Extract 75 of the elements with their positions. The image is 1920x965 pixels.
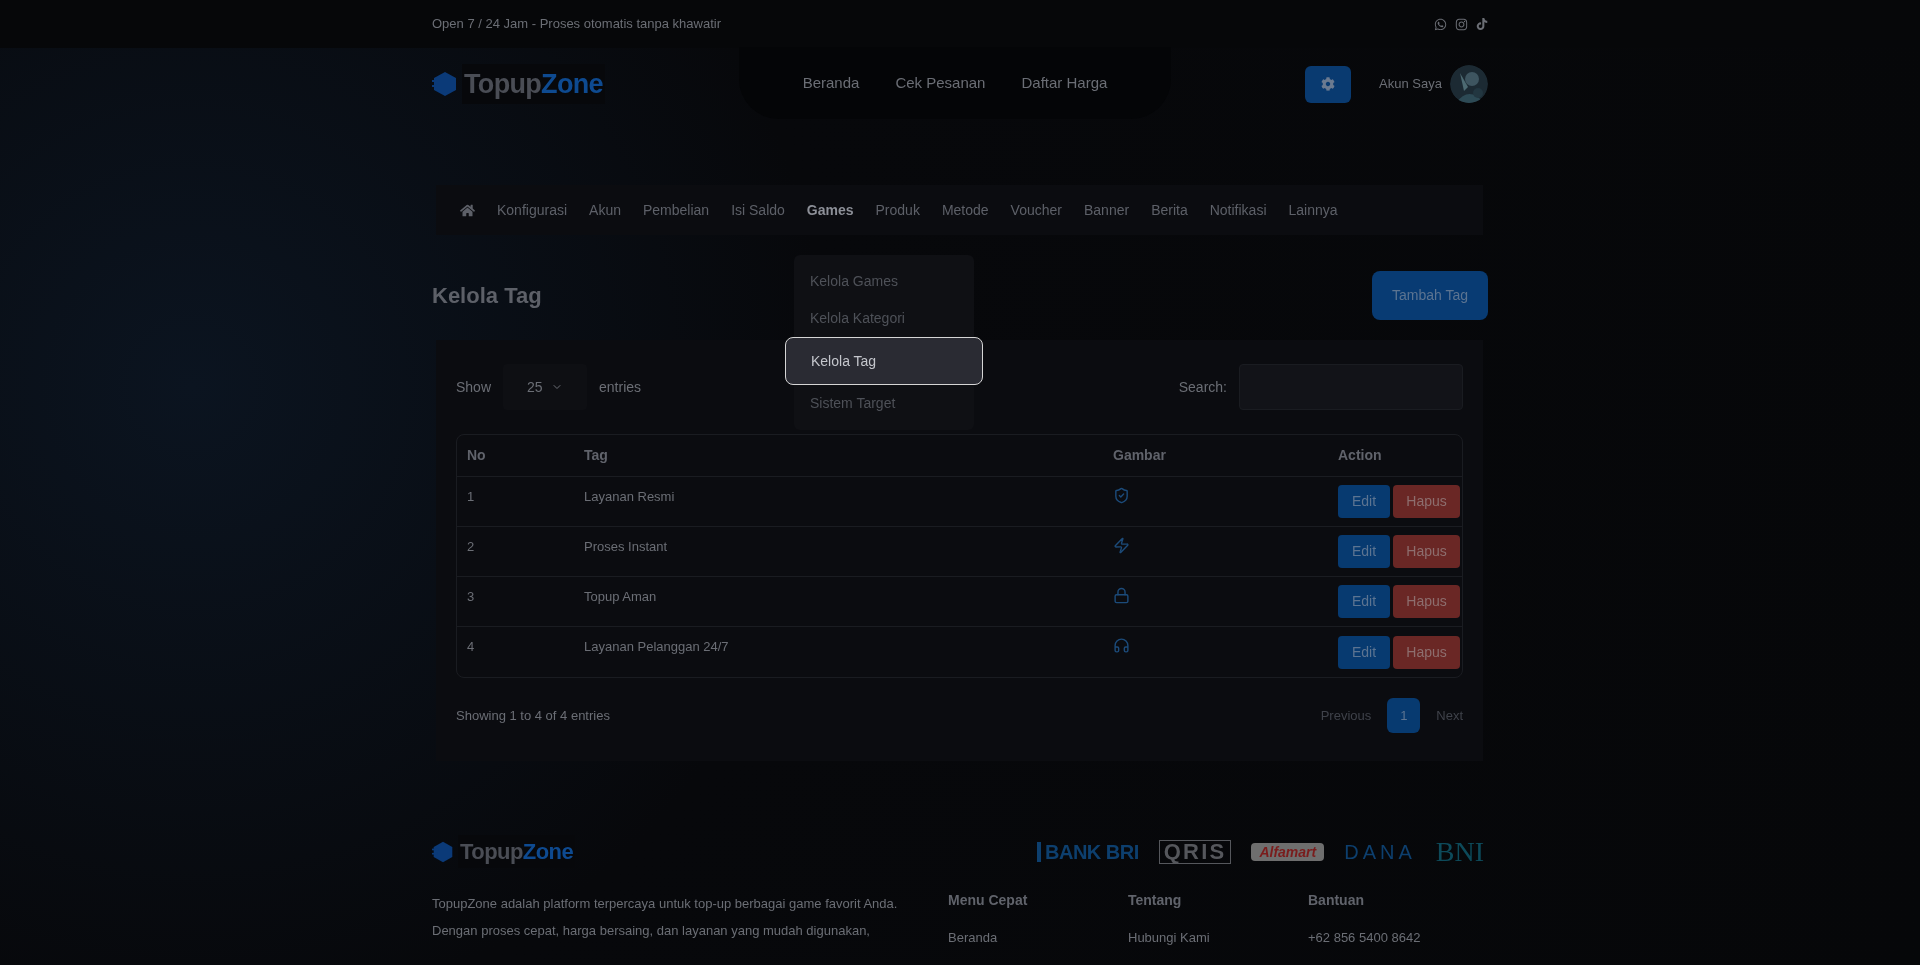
table-info: Showing 1 to 4 of 4 entries [456, 706, 610, 725]
show-label: Show [456, 377, 492, 397]
payment-logo: BANK BRI [1037, 841, 1139, 862]
payment-logo: BNI [1435, 837, 1484, 866]
delete-button[interactable]: Hapus [1393, 535, 1460, 568]
page-title: Kelola Tag [432, 282, 542, 310]
instagram-icon[interactable] [1455, 17, 1468, 31]
table-cell-text: 3 [467, 588, 476, 606]
admin-nav-link[interactable]: Isi Saldo [731, 199, 785, 221]
delete-button[interactable]: Hapus [1393, 585, 1460, 618]
footer-link[interactable]: +62 856 5400 8642 [1308, 928, 1488, 948]
tag-image-icon [1113, 537, 1130, 554]
edit-button[interactable]: Edit [1338, 585, 1390, 618]
admin-nav-link[interactable]: Produk [875, 199, 920, 221]
logo-icon [432, 71, 458, 97]
footer-link[interactable]: Beranda [948, 928, 1128, 948]
whatsapp-icon[interactable] [1434, 17, 1447, 31]
table-cell-text: Layanan Pelanggan 24/7 [584, 638, 730, 656]
footer-heading: Bantuan [1308, 891, 1365, 910]
column-header: Tag [584, 446, 609, 465]
column-header: Action [1338, 446, 1383, 465]
edit-button[interactable]: Edit [1338, 535, 1390, 568]
table-cell-text: Layanan Resmi [584, 488, 676, 506]
admin-nav-link[interactable]: Notifikasi [1209, 199, 1267, 221]
home-icon[interactable] [460, 202, 475, 218]
admin-nav-link[interactable]: Konfigurasi [497, 199, 568, 221]
footer-heading: Menu Cepat [948, 891, 1029, 910]
pagination-link[interactable]: Next [1436, 705, 1463, 726]
delete-button[interactable]: Hapus [1393, 635, 1460, 669]
dropdown-item[interactable]: Kelola Tag [785, 337, 983, 385]
admin-nav-link[interactable]: Metode [941, 199, 989, 221]
entries-label: entries [599, 377, 642, 397]
table-cell-text: Proses Instant [584, 538, 669, 556]
payment-logo: DANA [1344, 841, 1416, 862]
tag-image-icon [1113, 637, 1130, 654]
table-cell-text: 2 [467, 538, 476, 556]
add-tag-button[interactable]: Tambah Tag [1372, 271, 1488, 320]
admin-nav-link[interactable]: Berita [1151, 199, 1188, 221]
table-cell-text: 1 [467, 488, 476, 506]
tag-image-icon [1113, 587, 1130, 604]
column-header: Gambar [1113, 446, 1167, 465]
footer-description: TopupZone adalah platform terpercaya untuk top-up berbagai game favorit Anda. Dengan proses cepat, harga bersaing, dan layanan yang mudah digunakan, [432, 895, 899, 940]
brand-logo[interactable]: TopupZone [462, 63, 605, 105]
admin-nav-link[interactable]: Banner [1083, 199, 1130, 221]
nav-link[interactable]: Beranda [802, 71, 860, 95]
nav-link[interactable]: Cek Pesanan [895, 71, 986, 95]
tag-image-icon [1113, 487, 1130, 504]
admin-nav-link[interactable]: Voucher [1010, 199, 1062, 221]
admin-nav-link[interactable]: Akun [589, 199, 621, 221]
dropdown-item[interactable]: Sistem Target [794, 385, 974, 422]
account-link[interactable]: Akun Saya [1379, 74, 1442, 94]
payment-logo: Alfamart [1251, 842, 1325, 861]
tiktok-icon[interactable] [1476, 18, 1488, 30]
settings-button[interactable] [1305, 65, 1352, 103]
nav-link[interactable]: Daftar Harga [1021, 71, 1108, 95]
admin-nav-link[interactable]: Lainnya [1288, 199, 1338, 221]
table-cell-text: 4 [467, 638, 476, 656]
edit-button[interactable]: Edit [1338, 485, 1390, 518]
pagination-link[interactable]: 1 [1387, 698, 1421, 733]
delete-button[interactable]: Hapus [1393, 485, 1460, 518]
edit-button[interactable]: Edit [1338, 635, 1390, 669]
footer-link[interactable]: Hubungi Kami [1128, 928, 1308, 948]
search-label: Search: [1178, 377, 1227, 397]
admin-nav-link[interactable]: Pembelian [642, 199, 710, 221]
column-header: No [467, 446, 487, 465]
pagination-link[interactable]: Previous [1320, 705, 1372, 726]
settings-icon [1321, 77, 1336, 91]
footer-heading: Tentang [1128, 891, 1183, 910]
payment-logo: QRIS [1158, 839, 1232, 864]
table-cell-text: Topup Aman [584, 588, 658, 606]
top-bar-text: Open 7 / 24 Jam - Proses otomatis tanpa khawatir [432, 15, 722, 34]
logo-icon [432, 840, 454, 863]
admin-nav-link[interactable]: Games [806, 199, 854, 221]
dropdown-item[interactable]: Kelola Games [794, 263, 974, 300]
dropdown-item[interactable]: Kelola Kategori [794, 300, 974, 337]
